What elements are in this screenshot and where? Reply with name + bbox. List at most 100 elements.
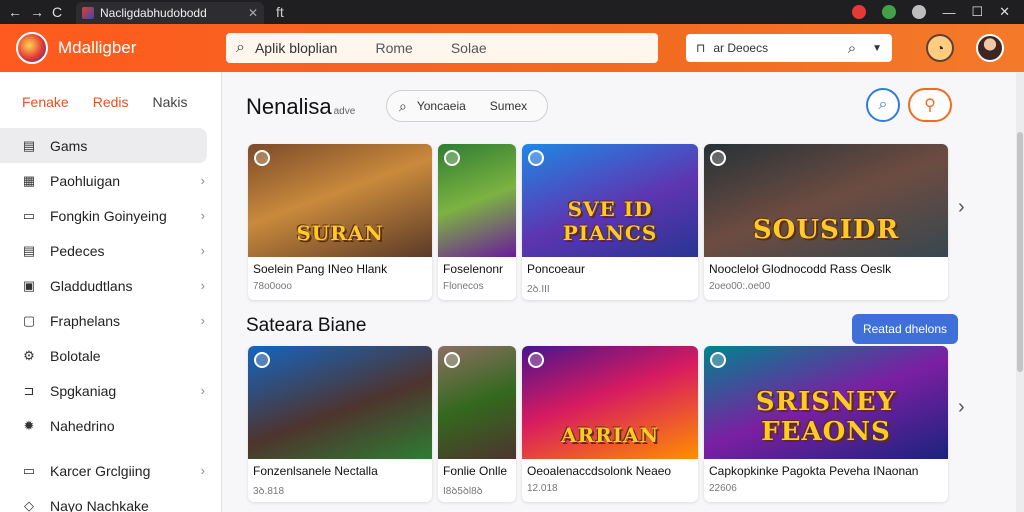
game-card[interactable]: SOUSIDR Noocleloł Glodnocodd Rass Oeslk 2o…: [704, 144, 948, 300]
sidebar-item[interactable]: ▦ Paohluigan ›: [0, 163, 221, 198]
game-card[interactable]: Foselenonr Flonecos: [438, 144, 516, 300]
sidebar-list: ▤ Gams ▦ Paohluigan › ▭ Fongkin Goinyeing › ▤ Ped…: [0, 128, 221, 512]
sidebar-item-label: Karcer Grclgiing: [50, 462, 151, 479]
game-cover-image[interactable]: ARRIAN: [522, 346, 698, 459]
scrollbar[interactable]: [1016, 72, 1024, 512]
game-stat: 2ꝺ.III: [527, 284, 550, 295]
notification-icon[interactable]: ◔: [926, 34, 954, 62]
game-card[interactable]: ARRIAN Oeoalenaccdsolonk Neaeo 12.018: [522, 346, 698, 502]
game-meta: Foselenonr Flonecos: [438, 257, 516, 292]
chevron-right-icon[interactable]: ›: [958, 196, 965, 219]
search-input[interactable]: ⌕ Aplik bloplian Rome Solae: [226, 33, 658, 63]
frame-icon: ▢: [22, 312, 36, 328]
game-cover-title: SOUSIDR: [752, 215, 900, 245]
game-cover-image[interactable]: SURAN: [248, 144, 432, 257]
badge-icon: [254, 150, 270, 166]
sidebar-item[interactable]: ⚙ Bolotale: [0, 338, 221, 373]
close-window-button[interactable]: ✕: [999, 4, 1010, 20]
filter-dropdown[interactable]: ⊓ ar Deoecs ⌕ ▼: [686, 34, 892, 62]
minimize-button[interactable]: —: [942, 5, 955, 20]
extension-icon[interactable]: [852, 5, 867, 19]
game-stat: I8ꝺ5ꝺl8ꝺ: [443, 486, 483, 497]
game-title[interactable]: Soelein Pang INeo Hlank: [253, 262, 427, 276]
browser-chrome: ← → C Nacligdabhudobodd ✕ ft — ☐ ✕: [0, 0, 1024, 24]
search-option[interactable]: Solae: [451, 40, 487, 56]
game-meta: Fonzenlsanele Nectalla 3ꝺ.818: [248, 459, 432, 497]
sidebar-item[interactable]: ▤ Pedeces ›: [0, 233, 221, 268]
sidebar-item[interactable]: ⊐ Spgkaniag ›: [0, 373, 221, 408]
sidebar-item[interactable]: ▭ Fongkin Goinyeing ›: [0, 198, 221, 233]
chevron-right-icon[interactable]: ›: [958, 396, 965, 419]
pill-option[interactable]: Sumex: [490, 99, 527, 113]
game-cover-image[interactable]: [438, 144, 516, 257]
game-cover-image[interactable]: SOUSIDR: [704, 144, 948, 257]
game-meta: Oeoalenaccdsolonk Neaeo 12.018: [522, 459, 698, 494]
sidebar-tabs: Fenake Redis Nakis: [0, 72, 221, 128]
reload-icon[interactable]: C: [52, 4, 62, 20]
badge-icon: [444, 150, 460, 166]
category-search[interactable]: ⌕ Yoncaeia Sumex: [386, 90, 548, 122]
sidebar-tab[interactable]: Redis: [93, 94, 129, 128]
back-icon[interactable]: ←: [8, 4, 22, 20]
game-title[interactable]: Fonlie Onlle: [443, 464, 511, 478]
pill-option[interactable]: Yoncaeia: [417, 99, 466, 113]
browser-tab[interactable]: Nacligdabhudobodd ✕: [76, 2, 264, 24]
game-cover-image[interactable]: SVE ID PIANCS: [522, 144, 698, 257]
game-title[interactable]: Foselenonr: [443, 262, 511, 276]
badge-icon: [528, 352, 544, 368]
game-card[interactable]: SRISNEY FEAONS Capkopkinke Pagokta Peveha…: [704, 346, 948, 502]
game-title[interactable]: Poncoeaur: [527, 262, 693, 276]
gamepad-icon: ▤: [22, 137, 36, 153]
page-title: Nenalisa adve: [246, 94, 356, 119]
search-icon[interactable]: ⌕: [848, 40, 856, 57]
game-cover-image[interactable]: [438, 346, 516, 459]
sidebar-item-label: Pedeces: [50, 242, 105, 259]
badge-icon: [444, 352, 460, 368]
extension-icon[interactable]: [882, 5, 897, 19]
game-stat: 3ꝺ.818: [253, 486, 285, 497]
game-row: Fonzenlsanele Nectalla 3ꝺ.818 Fonlie Onlle…: [248, 346, 948, 502]
chevron-down-icon[interactable]: ▼: [872, 43, 882, 54]
maximize-button[interactable]: ☐: [971, 4, 983, 20]
game-cover-image[interactable]: [248, 346, 432, 459]
sidebar-item[interactable]: ✹ Nahedrino: [0, 408, 221, 443]
game-cover-image[interactable]: SRISNEY FEAONS: [704, 346, 948, 459]
tag-icon: ⊐: [23, 382, 35, 398]
search-circle-button[interactable]: ⌕: [866, 88, 900, 122]
sidebar-item[interactable]: ▣ Gladdudtlans ›: [0, 268, 221, 303]
sidebar-tab[interactable]: Fenake: [22, 94, 69, 128]
app-logo[interactable]: [16, 32, 48, 64]
sidebar-item[interactable]: ▭ Karcer Grclgiing ›: [0, 453, 221, 488]
sidebar-item-label: Spgkaniag: [50, 382, 117, 399]
sidebar-item[interactable]: ◇ Nayo Nachkake: [0, 488, 221, 512]
game-meta: Noocleloł Glodnocodd Rass Oeslk 2oeo00:.o…: [704, 257, 948, 292]
sidebar-item[interactable]: ▢ Fraphelans ›: [0, 303, 221, 338]
user-search-button[interactable]: ⚲: [908, 88, 952, 122]
game-title[interactable]: Capkopkinke Pagokta Peveha INaonan: [709, 464, 943, 478]
chevron-right-icon: ›: [200, 208, 205, 223]
game-title[interactable]: Fonzenlsanele Nectalla: [253, 464, 427, 478]
scrollbar-thumb[interactable]: [1017, 132, 1023, 372]
game-card[interactable]: SURAN Soelein Pang INeo Hlank 78o0ooo: [248, 144, 432, 300]
forward-icon[interactable]: →: [30, 4, 44, 20]
game-card[interactable]: Fonzenlsanele Nectalla 3ꝺ.818: [248, 346, 432, 502]
tab-close-icon[interactable]: ✕: [248, 6, 258, 20]
game-card[interactable]: Fonlie Onlle I8ꝺ5ꝺl8ꝺ: [438, 346, 516, 502]
avatar[interactable]: [976, 34, 1004, 62]
settings-icon: ✹: [23, 417, 35, 433]
search-option[interactable]: Rome: [375, 40, 412, 56]
game-title[interactable]: Noocleloł Glodnocodd Rass Oeslk: [709, 262, 943, 276]
chevron-right-icon: ›: [200, 278, 205, 293]
new-tab-button[interactable]: ft: [276, 4, 284, 20]
game-card[interactable]: SVE ID PIANCS Poncoeaur 2ꝺ.III: [522, 144, 698, 300]
sidebar-tab[interactable]: Nakis: [153, 94, 188, 128]
extension-icon[interactable]: [912, 5, 927, 19]
game-title[interactable]: Oeoalenaccdsolonk Neaeo: [527, 464, 693, 478]
app-header: Mdalligber ⌕ Aplik bloplian Rome Solae ⊓…: [0, 24, 1024, 72]
game-meta: Capkopkinke Pagokta Peveha INaonan 22606: [704, 459, 948, 494]
sidebar-item[interactable]: ▤ Gams: [0, 128, 207, 163]
see-all-button[interactable]: Reatad dhelons: [852, 314, 958, 344]
game-meta: Fonlie Onlle I8ꝺ5ꝺl8ꝺ: [438, 459, 516, 497]
stack-icon: ◇: [24, 497, 34, 512]
browser-toolbar-right: — ☐ ✕: [852, 4, 1024, 20]
